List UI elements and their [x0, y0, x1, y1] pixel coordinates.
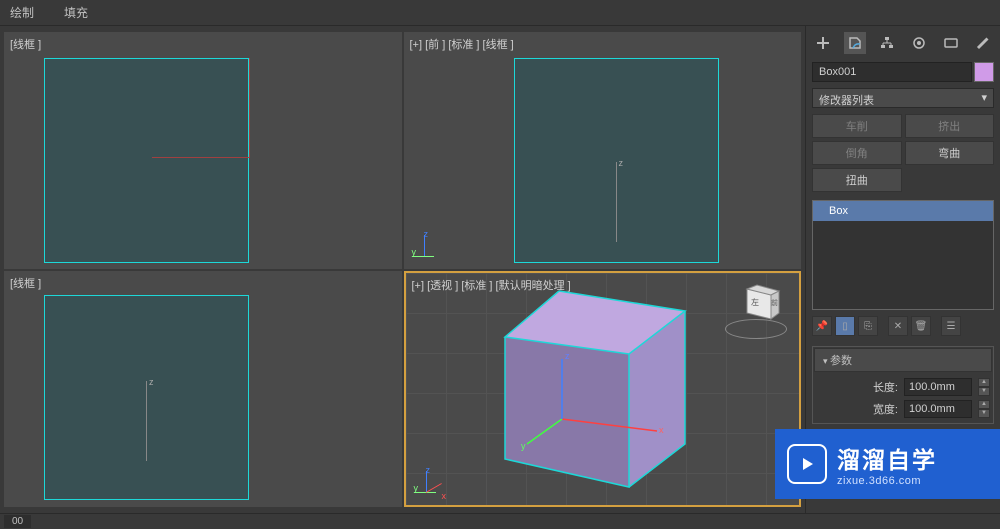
object-name-field[interactable] — [812, 62, 972, 82]
create-tab-icon[interactable] — [812, 32, 834, 54]
extrude-button[interactable]: 挤出 — [905, 114, 995, 138]
watermark-url: zixue.3d66.com — [837, 475, 937, 487]
configure-sets-icon[interactable]: ☰ — [941, 316, 961, 336]
bend-button[interactable]: 弯曲 — [905, 141, 995, 165]
viewport-perspective[interactable]: [+] [透视 ] [标准 ] [默认明暗处理 ] x y z — [404, 271, 802, 508]
stack-item-box[interactable]: Box — [813, 201, 993, 221]
length-label: 长度: — [873, 379, 898, 395]
axis-indicator-icon: z y — [412, 231, 442, 261]
status-bar: 00 — [0, 513, 1000, 529]
svg-text:x: x — [659, 425, 664, 435]
show-end-result-icon[interactable]: ▯ — [835, 316, 855, 336]
viewport-label[interactable]: [+] [透视 ] [标准 ] [默认明暗处理 ] — [412, 277, 571, 293]
svg-text:y: y — [521, 441, 526, 451]
watermark-title: 溜溜自学 — [837, 441, 937, 475]
top-menu: 绘制 填充 — [0, 0, 1000, 26]
width-label: 宽度: — [873, 401, 898, 417]
spinner-up-icon[interactable]: ▲ — [978, 400, 990, 409]
viewport-label[interactable]: [线框 ] — [10, 36, 41, 52]
motion-tab-icon[interactable] — [908, 32, 930, 54]
spinner-up-icon[interactable]: ▲ — [978, 378, 990, 387]
viewport-bottom-left[interactable]: [线框 ] z — [4, 271, 402, 508]
cube-object[interactable]: x y z — [497, 289, 707, 489]
menu-fill[interactable]: 填充 — [64, 4, 88, 21]
axis-indicator-icon: z y x — [414, 467, 444, 497]
display-tab-icon[interactable] — [940, 32, 962, 54]
watermark: 溜溜自学 zixue.3d66.com — [775, 429, 1000, 499]
frame-indicator[interactable]: 00 — [4, 515, 31, 528]
params-rollout[interactable]: 参数 — [814, 348, 992, 372]
menu-draw[interactable]: 绘制 — [10, 4, 34, 21]
spinner-down-icon[interactable]: ▼ — [978, 387, 990, 396]
viewport-front[interactable]: [+] [前 ] [标准 ] [线框 ] z z y — [404, 32, 802, 269]
width-input[interactable] — [904, 400, 972, 418]
lathe-button[interactable]: 车削 — [812, 114, 902, 138]
chamfer-button[interactable]: 倒角 — [812, 141, 902, 165]
trash-icon[interactable]: 🗑 — [911, 316, 931, 336]
pin-stack-icon[interactable]: 📌 — [812, 316, 832, 336]
make-unique-icon[interactable]: ⎘ — [858, 316, 878, 336]
svg-text:前: 前 — [771, 298, 778, 307]
object-color-swatch[interactable] — [974, 62, 994, 82]
viewport-label[interactable]: [+] [前 ] [标准 ] [线框 ] — [410, 36, 514, 52]
twist-button[interactable]: 扭曲 — [812, 168, 902, 192]
svg-text:z: z — [565, 351, 570, 361]
viewport-top-left[interactable]: [线框 ] — [4, 32, 402, 269]
viewport-label[interactable]: [线框 ] — [10, 275, 41, 291]
object-wireframe[interactable] — [44, 58, 249, 263]
remove-modifier-icon[interactable]: ✕ — [888, 316, 908, 336]
utilities-tab-icon[interactable] — [972, 32, 994, 54]
spinner-down-icon[interactable]: ▼ — [978, 409, 990, 418]
length-input[interactable] — [904, 378, 972, 396]
play-icon — [787, 444, 827, 484]
modifier-stack[interactable]: Box — [812, 200, 994, 310]
viewcube[interactable]: 左 前 — [725, 283, 787, 345]
hierarchy-tab-icon[interactable] — [876, 32, 898, 54]
modifier-list-dropdown[interactable]: 修改器列表 — [812, 88, 994, 108]
viewport-area: [线框 ] [+] [前 ] [标准 ] [线框 ] z z y [线框 ] — [0, 26, 805, 513]
modify-tab-icon[interactable] — [844, 32, 866, 54]
svg-text:左: 左 — [751, 297, 759, 307]
panel-tabs — [812, 32, 994, 54]
